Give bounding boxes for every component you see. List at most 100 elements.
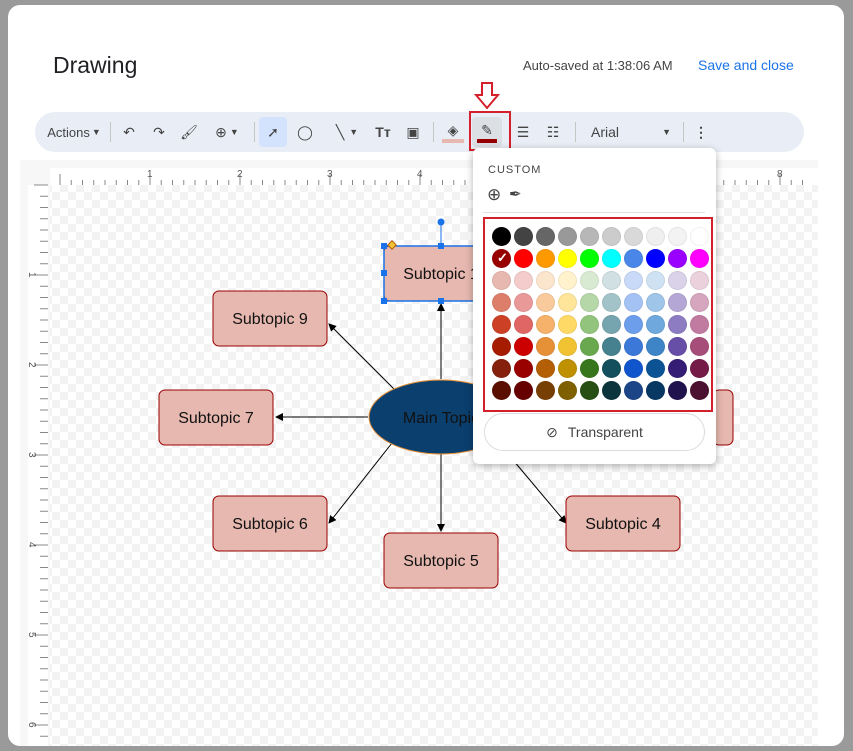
- color-swatch[interactable]: [536, 293, 555, 312]
- color-swatch[interactable]: [602, 249, 621, 268]
- color-swatch[interactable]: [690, 249, 709, 268]
- color-swatch[interactable]: [624, 271, 643, 290]
- color-swatch[interactable]: [580, 227, 599, 246]
- color-swatch[interactable]: [646, 315, 665, 334]
- color-swatch[interactable]: [602, 227, 621, 246]
- font-select[interactable]: Arial ▼: [591, 120, 671, 144]
- color-swatch[interactable]: [668, 249, 687, 268]
- select-button[interactable]: ➚: [259, 117, 287, 147]
- line-button[interactable]: ╲ ▼: [327, 120, 367, 144]
- shape-button[interactable]: ◯: [293, 120, 317, 144]
- color-swatch[interactable]: [514, 337, 533, 356]
- color-swatch[interactable]: [558, 337, 577, 356]
- resize-handle[interactable]: [381, 270, 387, 276]
- color-swatch[interactable]: [602, 359, 621, 378]
- color-swatch[interactable]: [492, 337, 511, 356]
- color-swatch[interactable]: [580, 359, 599, 378]
- color-swatch[interactable]: [558, 381, 577, 400]
- color-swatch[interactable]: [646, 249, 665, 268]
- rotate-handle[interactable]: [437, 218, 445, 226]
- color-swatch[interactable]: [668, 271, 687, 290]
- color-swatch[interactable]: [668, 359, 687, 378]
- color-swatch[interactable]: [646, 271, 665, 290]
- color-swatch[interactable]: [690, 381, 709, 400]
- color-swatch[interactable]: [624, 337, 643, 356]
- add-custom-color-icon[interactable]: ⊕: [487, 185, 501, 205]
- color-swatch[interactable]: [690, 271, 709, 290]
- redo-button[interactable]: ↷: [147, 120, 171, 144]
- color-swatch[interactable]: [492, 293, 511, 312]
- actions-menu[interactable]: Actions ▼: [45, 120, 103, 144]
- color-swatch[interactable]: [668, 227, 687, 246]
- paint-format-button[interactable]: 🖌: [177, 120, 201, 144]
- color-swatch[interactable]: [624, 359, 643, 378]
- border-weight-button[interactable]: ☰: [511, 120, 535, 144]
- color-swatch[interactable]: [624, 227, 643, 246]
- color-swatch[interactable]: [602, 293, 621, 312]
- color-swatch[interactable]: [668, 315, 687, 334]
- color-swatch[interactable]: [492, 227, 511, 246]
- color-swatch[interactable]: [602, 381, 621, 400]
- color-swatch[interactable]: [668, 381, 687, 400]
- color-swatch[interactable]: [690, 227, 709, 246]
- color-swatch[interactable]: [602, 315, 621, 334]
- color-swatch[interactable]: [580, 337, 599, 356]
- color-swatch[interactable]: [514, 381, 533, 400]
- color-swatch[interactable]: [514, 293, 533, 312]
- resize-handle[interactable]: [381, 298, 387, 304]
- color-swatch[interactable]: [668, 293, 687, 312]
- color-swatch[interactable]: [514, 315, 533, 334]
- color-swatch[interactable]: [690, 337, 709, 356]
- color-swatch[interactable]: [536, 249, 555, 268]
- border-dash-button[interactable]: ☷: [541, 120, 565, 144]
- fill-color-button[interactable]: ◈: [441, 120, 465, 144]
- color-swatch[interactable]: [536, 315, 555, 334]
- color-swatch[interactable]: [690, 293, 709, 312]
- color-swatch[interactable]: [536, 271, 555, 290]
- color-swatch[interactable]: [558, 315, 577, 334]
- color-swatch[interactable]: [536, 337, 555, 356]
- color-swatch[interactable]: [536, 227, 555, 246]
- resize-handle[interactable]: [381, 243, 387, 249]
- color-swatch[interactable]: [558, 249, 577, 268]
- color-swatch[interactable]: [580, 315, 599, 334]
- color-swatch[interactable]: [558, 293, 577, 312]
- color-swatch[interactable]: [580, 271, 599, 290]
- color-swatch[interactable]: [492, 315, 511, 334]
- image-button[interactable]: ▣: [401, 120, 425, 144]
- color-swatch[interactable]: [646, 337, 665, 356]
- color-swatch[interactable]: [558, 359, 577, 378]
- subtopic-box-hidden[interactable]: [712, 389, 734, 446]
- color-swatch[interactable]: [514, 227, 533, 246]
- zoom-button[interactable]: ⊕ ▼: [207, 120, 247, 144]
- color-swatch[interactable]: [646, 293, 665, 312]
- color-swatch[interactable]: [558, 271, 577, 290]
- color-swatch[interactable]: [646, 359, 665, 378]
- color-swatch[interactable]: [690, 315, 709, 334]
- color-swatch[interactable]: [580, 293, 599, 312]
- color-swatch[interactable]: [558, 227, 577, 246]
- color-swatch[interactable]: [492, 249, 511, 268]
- color-swatch[interactable]: [514, 249, 533, 268]
- color-swatch[interactable]: [602, 337, 621, 356]
- resize-handle[interactable]: [438, 298, 444, 304]
- text-box-button[interactable]: Tт: [371, 120, 395, 144]
- color-swatch[interactable]: [492, 359, 511, 378]
- color-swatch[interactable]: [624, 315, 643, 334]
- color-swatch[interactable]: [580, 381, 599, 400]
- color-swatch[interactable]: [536, 359, 555, 378]
- more-options-button[interactable]: ⋮: [691, 120, 711, 144]
- color-swatch[interactable]: [580, 249, 599, 268]
- transparent-button[interactable]: ⊘ Transparent: [484, 413, 705, 451]
- color-swatch[interactable]: [536, 381, 555, 400]
- color-swatch[interactable]: [624, 293, 643, 312]
- resize-handle[interactable]: [438, 243, 444, 249]
- color-swatch[interactable]: [492, 381, 511, 400]
- color-swatch[interactable]: [514, 359, 533, 378]
- color-swatch[interactable]: [624, 381, 643, 400]
- color-swatch[interactable]: [646, 381, 665, 400]
- eyedropper-icon[interactable]: ✒: [509, 185, 522, 203]
- color-swatch[interactable]: [646, 227, 665, 246]
- color-swatch[interactable]: [690, 359, 709, 378]
- color-swatch[interactable]: [492, 271, 511, 290]
